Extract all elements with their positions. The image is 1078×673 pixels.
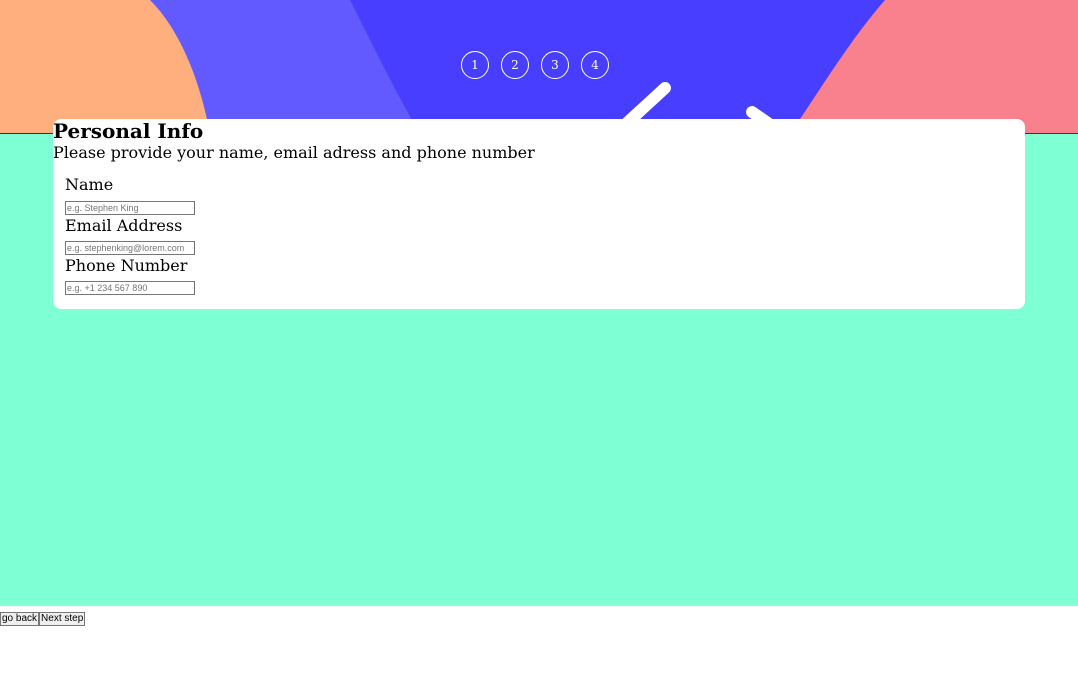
step-2-button[interactable]: 2 — [501, 51, 529, 79]
personal-info-card: Personal Info Please provide your name, … — [53, 119, 1025, 309]
page: 1 2 3 4 Personal Info Please provide you… — [0, 0, 1078, 673]
step-4-button[interactable]: 4 — [581, 51, 609, 79]
go-back-button[interactable]: go back — [0, 612, 40, 626]
phone-input[interactable] — [65, 281, 195, 295]
email-label: Email Address — [65, 216, 183, 235]
form-subtitle: Please provide your name, email adress a… — [53, 143, 535, 162]
name-input[interactable] — [65, 201, 195, 215]
form-title: Personal Info — [53, 119, 204, 143]
step-1-button[interactable]: 1 — [461, 51, 489, 79]
phone-label: Phone Number — [65, 256, 188, 275]
form-actions: go back Next step — [0, 612, 86, 626]
step-3-button[interactable]: 3 — [541, 51, 569, 79]
name-label: Name — [65, 175, 114, 194]
email-input[interactable] — [65, 241, 195, 255]
step-indicator: 1 2 3 4 — [461, 51, 609, 79]
header-banner: 1 2 3 4 — [0, 0, 1078, 134]
next-step-button[interactable]: Next step — [39, 612, 86, 626]
